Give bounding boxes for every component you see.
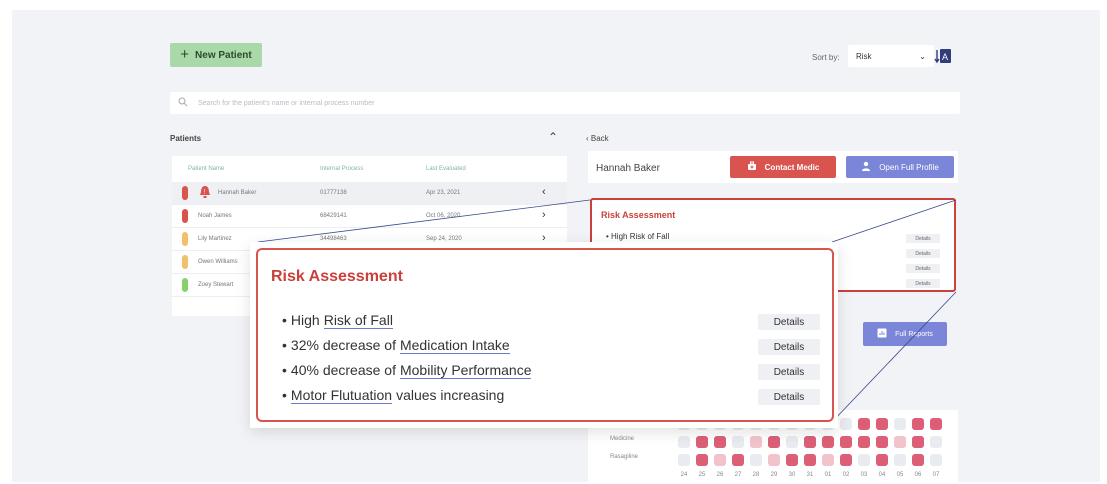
risk-item: • High Risk of Fall xyxy=(282,312,393,329)
details-button[interactable]: Details xyxy=(758,364,820,380)
risk-item: • Motor Flutuation values increasing xyxy=(282,387,505,404)
details-button[interactable]: Details xyxy=(758,314,820,330)
risk-link[interactable]: Mobility Performance xyxy=(399,362,532,379)
risk-assessment-card: Risk Assessment • High Risk of Fall • 32% … xyxy=(256,248,834,422)
risk-item: • 32% decrease of Medication Intake xyxy=(282,337,510,354)
details-button[interactable]: Details xyxy=(758,339,820,355)
risk-assessment-title: Risk Assessment xyxy=(271,268,403,285)
app-canvas: + New Patient Sort by: Risk ⌄ A Search f… xyxy=(12,10,1100,482)
risk-item: • 40% decrease of Mobility Performance xyxy=(282,362,532,379)
risk-link[interactable]: Motor Flutuation xyxy=(290,387,393,404)
risk-link[interactable]: Risk of Fall xyxy=(323,312,393,329)
risk-link[interactable]: Medication Intake xyxy=(399,337,510,354)
details-button[interactable]: Details xyxy=(758,389,820,405)
